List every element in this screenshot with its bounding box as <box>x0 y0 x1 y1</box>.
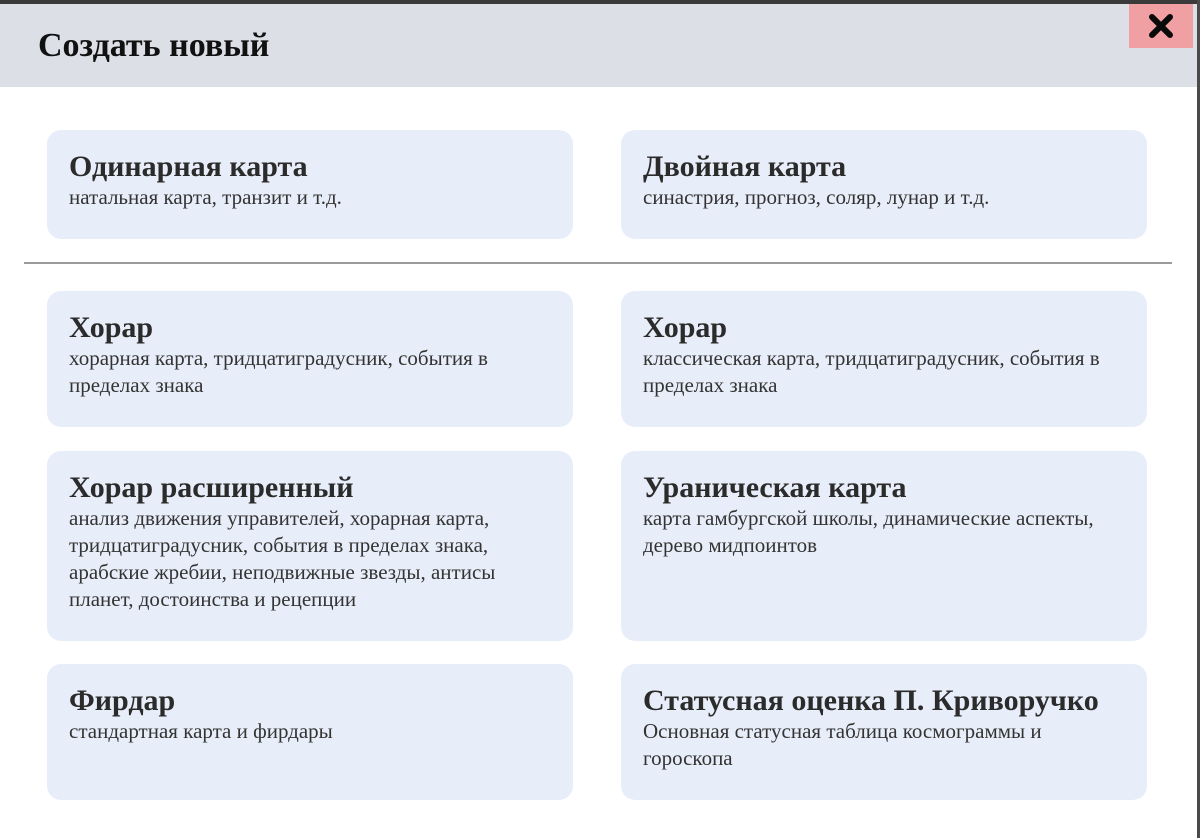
card-single-chart[interactable]: Одинарная карта натальная карта, транзит… <box>47 130 573 239</box>
card-title: Хорар расширенный <box>69 471 354 504</box>
card-uranian-chart[interactable]: Ураническая карта карта гамбургской школ… <box>621 451 1147 641</box>
card-description: анализ движения управителей, хорарная ка… <box>69 506 496 611</box>
card-description: натальная карта, транзит и т.д. <box>69 185 342 209</box>
card-horary-extended[interactable]: Хорар расширенный анализ движения управи… <box>47 451 573 641</box>
dialog-title: Создать новый <box>38 27 270 64</box>
card-status-assessment[interactable]: Статусная оценка П. Криворучко Основная … <box>621 664 1147 800</box>
card-description: синастрия, прогноз, соляр, лунар и т.д. <box>643 185 990 209</box>
section-divider <box>24 262 1172 264</box>
card-title: Одинарная карта <box>69 150 308 183</box>
close-icon <box>1149 14 1173 38</box>
dialog-header: Создать новый <box>0 4 1197 87</box>
card-horary-classic[interactable]: Хорар классическая карта, тридцатиградус… <box>621 291 1147 427</box>
card-title: Ураническая карта <box>643 471 907 504</box>
card-title: Двойная карта <box>643 150 847 183</box>
card-title: Хорар <box>69 311 154 344</box>
card-title: Хорар <box>643 311 728 344</box>
card-description: карта гамбургской школы, динамические ас… <box>643 506 1094 557</box>
card-double-chart[interactable]: Двойная карта синастрия, прогноз, соляр,… <box>621 130 1147 239</box>
card-title: Статусная оценка П. Криворучко <box>643 684 1099 717</box>
background-strip <box>0 828 1197 838</box>
card-description: стандартная карта и фирдары <box>69 719 333 743</box>
card-title: Фирдар <box>69 684 176 717</box>
close-button[interactable] <box>1129 4 1193 48</box>
card-description: Основная статусная таблица космограммы и… <box>643 719 1042 770</box>
card-firdar[interactable]: Фирдар стандартная карта и фирдары <box>47 664 573 800</box>
card-description: хорарная карта, тридцатиградусник, событ… <box>69 346 488 397</box>
card-description: классическая карта, тридцатиградусник, с… <box>643 346 1100 397</box>
card-horary[interactable]: Хорар хорарная карта, тридцатиградусник,… <box>47 291 573 427</box>
